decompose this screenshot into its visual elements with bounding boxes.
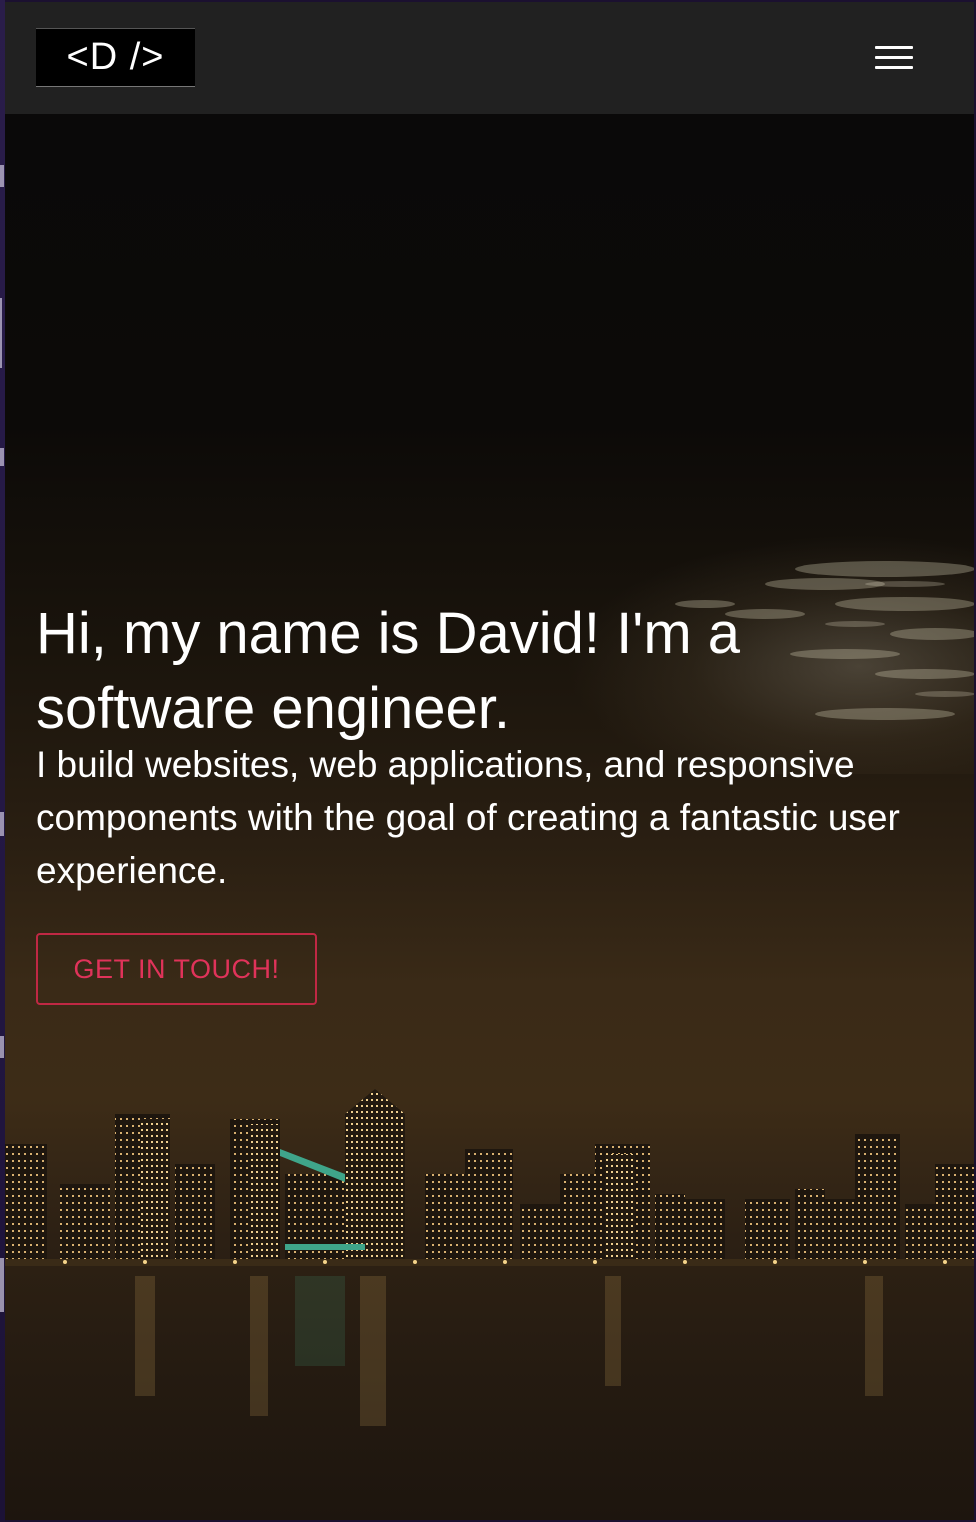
navbar: <D /> bbox=[5, 2, 974, 114]
get-in-touch-button[interactable]: GET IN TOUCH! bbox=[36, 933, 317, 1005]
site-logo[interactable]: <D /> bbox=[36, 28, 195, 87]
hamburger-menu-icon[interactable] bbox=[875, 46, 913, 72]
browser-viewport: <D /> Hi, my name is David! I'm a softwa… bbox=[5, 2, 974, 1520]
reflection-lights bbox=[135, 1276, 883, 1426]
hero-content: Hi, my name is David! I'm a software eng… bbox=[36, 596, 936, 897]
hero-subtext: I build websites, web applications, and … bbox=[36, 744, 900, 891]
hero-headline: Hi, my name is David! I'm a software eng… bbox=[36, 601, 741, 741]
city-skyline-image bbox=[5, 1089, 974, 1274]
